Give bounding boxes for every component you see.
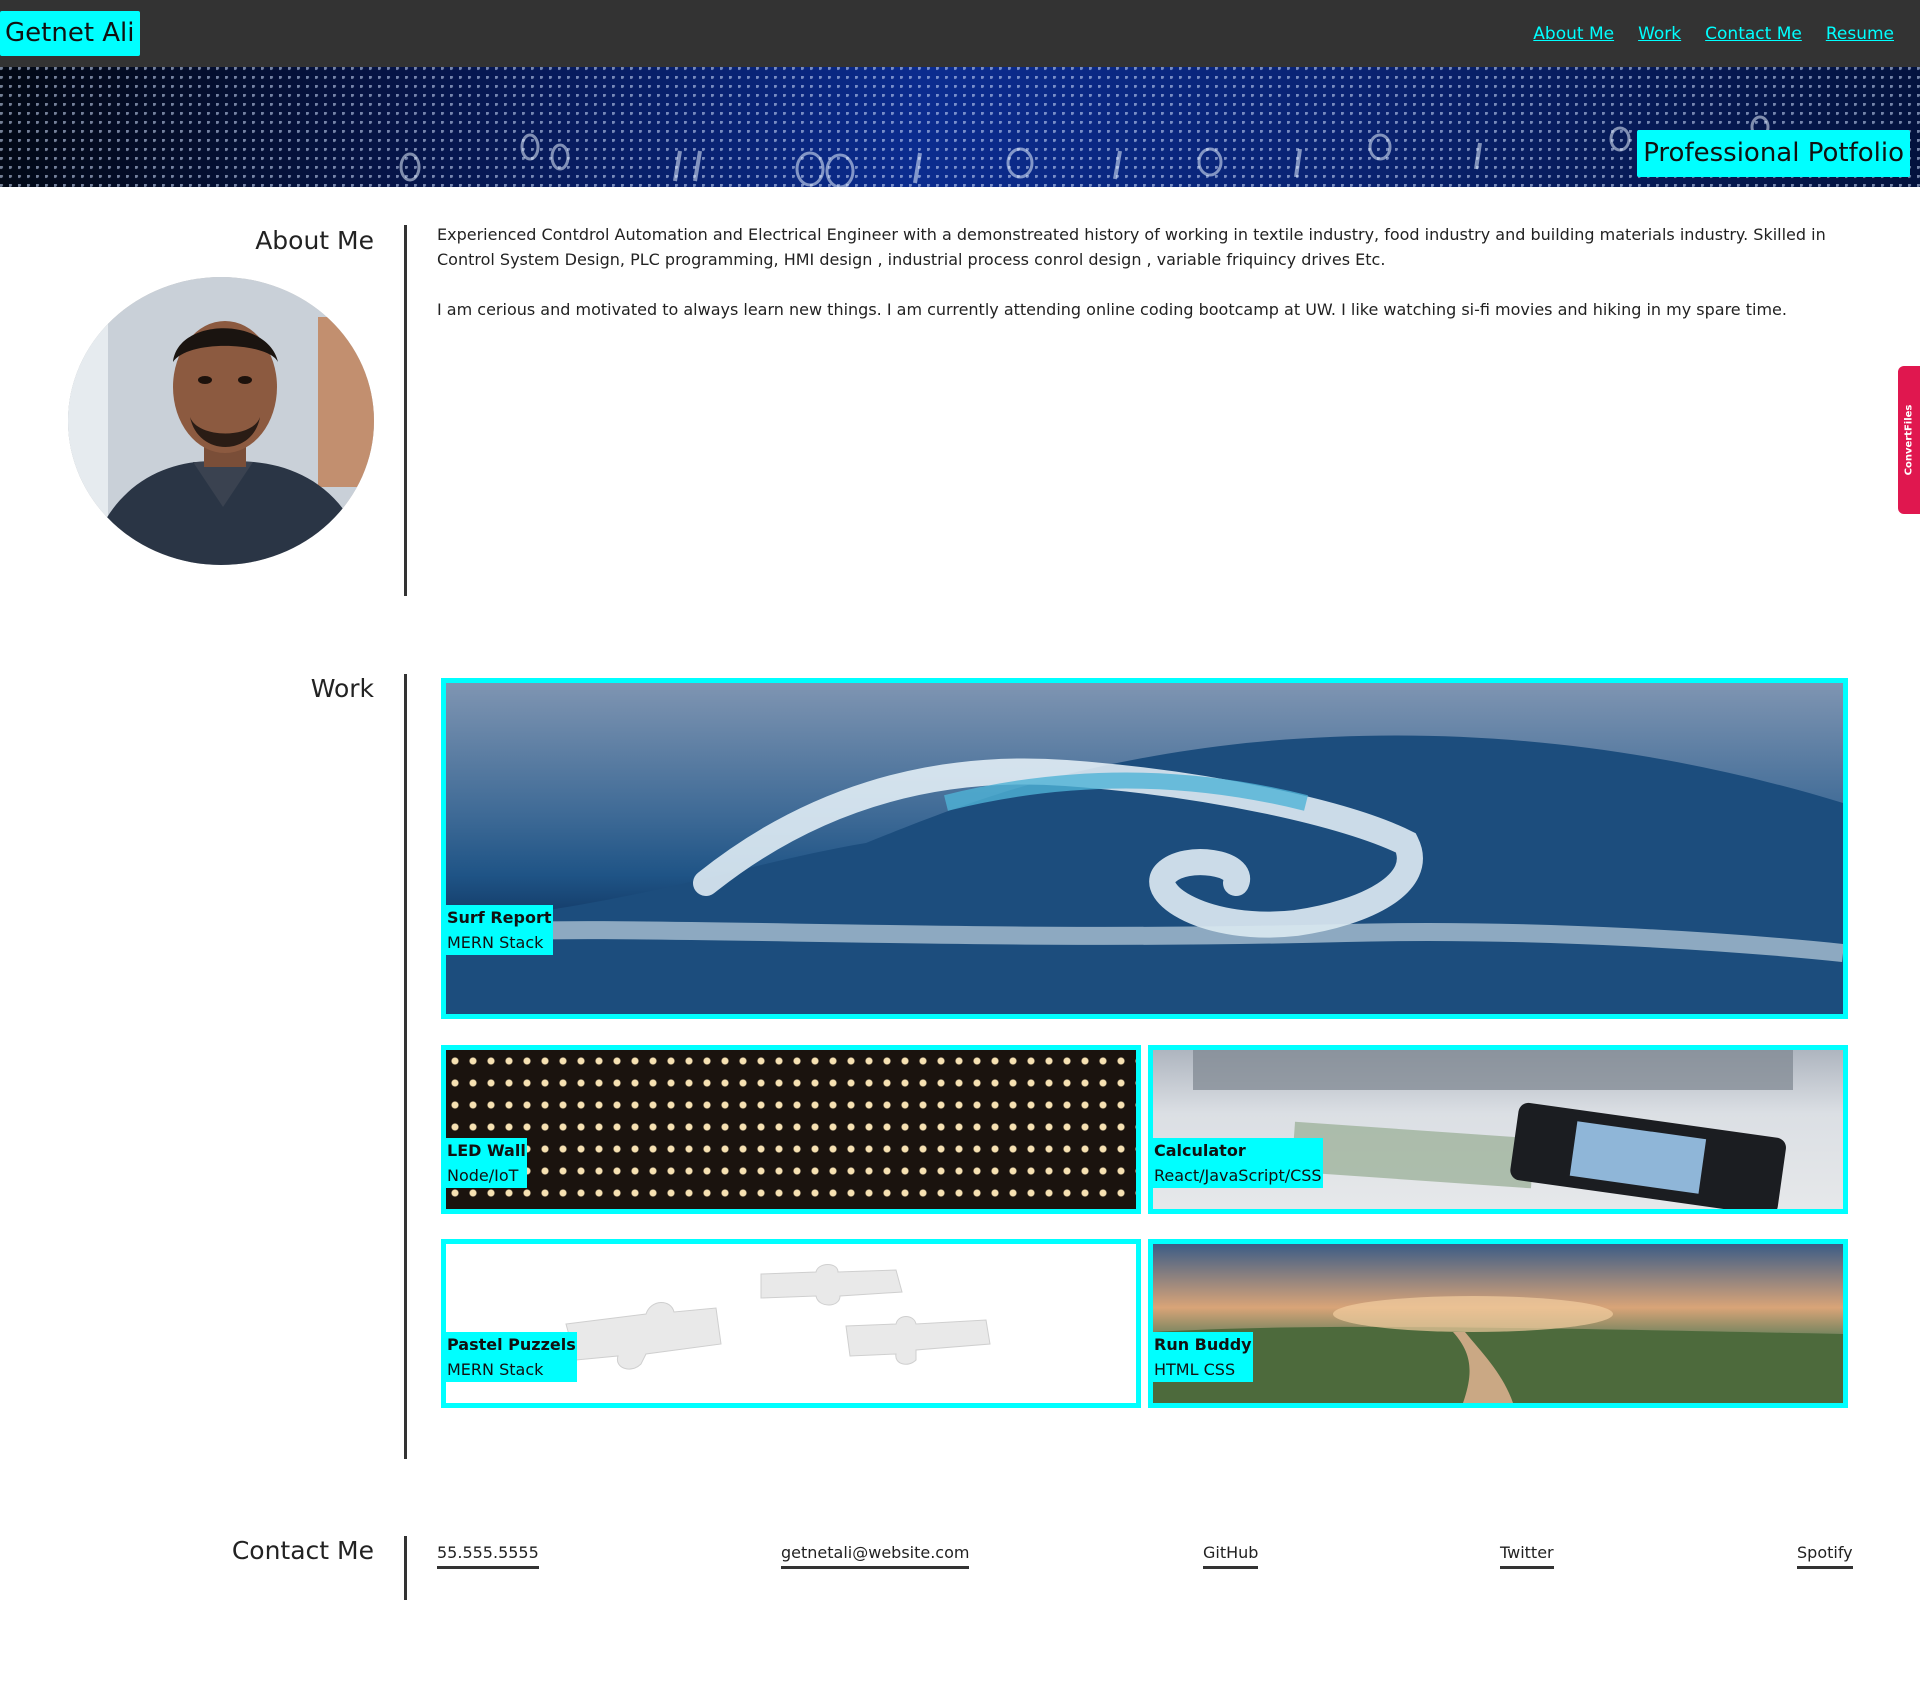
ocean-wave-image bbox=[446, 735, 1843, 1014]
convertfiles-side-tab[interactable]: ConvertFiles bbox=[1898, 366, 1920, 514]
hero-banner: Professional Potfolio bbox=[0, 67, 1920, 187]
binary-code-pattern bbox=[399, 115, 1770, 187]
about-paragraph: I am cerious and motivated to always lea… bbox=[437, 300, 1787, 319]
work-heading: Work bbox=[310, 674, 374, 703]
hero-title: Professional Potfolio bbox=[1637, 130, 1910, 177]
contact-me-heading: Contact Me bbox=[231, 1536, 374, 1565]
main-nav: About Me Work Contact Me Resume bbox=[1533, 0, 1894, 67]
project-card-pastel-puzzels[interactable]: Pastel Puzzels MERN Stack bbox=[441, 1239, 1141, 1408]
project-title: Surf Report bbox=[447, 908, 552, 927]
profile-avatar bbox=[68, 277, 374, 565]
brand-name[interactable]: Getnet Ali bbox=[0, 11, 140, 56]
contact-divider bbox=[404, 1536, 407, 1600]
project-label: LED Wall Node/IoT bbox=[446, 1138, 527, 1188]
about-divider bbox=[404, 225, 407, 596]
project-label: Run Buddy HTML CSS bbox=[1153, 1332, 1253, 1382]
contact-spotify-link[interactable]: Spotify bbox=[1797, 1540, 1853, 1569]
contact-twitter-link[interactable]: Twitter bbox=[1500, 1540, 1554, 1569]
project-card-calculator[interactable]: Calculator React/JavaScript/CSS bbox=[1148, 1045, 1848, 1214]
project-title: LED Wall bbox=[447, 1141, 526, 1160]
top-navbar: Getnet Ali About Me Work Contact Me Resu… bbox=[0, 0, 1920, 67]
project-title: Calculator bbox=[1154, 1141, 1246, 1160]
project-card-led-wall[interactable]: LED Wall Node/IoT bbox=[441, 1045, 1141, 1214]
nav-link-resume[interactable]: Resume bbox=[1826, 24, 1894, 44]
project-label: Pastel Puzzels MERN Stack bbox=[446, 1332, 577, 1382]
project-tech: HTML CSS bbox=[1154, 1360, 1236, 1379]
contact-github-link[interactable]: GitHub bbox=[1203, 1540, 1259, 1569]
work-divider bbox=[404, 674, 407, 1459]
nav-link-about-me[interactable]: About Me bbox=[1533, 24, 1614, 44]
project-card-surf-report[interactable]: Surf Report MERN Stack bbox=[441, 678, 1848, 1019]
nav-link-work[interactable]: Work bbox=[1638, 24, 1681, 44]
about-paragraph: Experienced Contdrol Automation and Elec… bbox=[437, 225, 1826, 269]
contact-phone-link[interactable]: 55.555.5555 bbox=[437, 1540, 539, 1569]
about-me-heading: About Me bbox=[255, 226, 374, 255]
about-text: Experienced Contdrol Automation and Elec… bbox=[437, 222, 1855, 347]
nav-link-contact-me[interactable]: Contact Me bbox=[1705, 24, 1802, 44]
side-tab-label: ConvertFiles bbox=[1903, 404, 1915, 476]
project-tech: Node/IoT bbox=[447, 1166, 519, 1185]
project-tech: MERN Stack bbox=[447, 1360, 544, 1379]
project-title: Pastel Puzzels bbox=[447, 1335, 576, 1354]
project-label: Surf Report MERN Stack bbox=[446, 905, 553, 955]
project-card-run-buddy[interactable]: Run Buddy HTML CSS bbox=[1148, 1239, 1848, 1408]
project-label: Calculator React/JavaScript/CSS bbox=[1153, 1138, 1323, 1188]
person-portrait-icon bbox=[68, 277, 374, 565]
sunset-trail-image bbox=[1153, 1296, 1843, 1403]
project-tech: MERN Stack bbox=[447, 933, 544, 952]
contact-email-link[interactable]: getnetali@website.com bbox=[781, 1540, 970, 1569]
project-title: Run Buddy bbox=[1154, 1335, 1252, 1354]
project-tech: React/JavaScript/CSS bbox=[1154, 1166, 1322, 1185]
